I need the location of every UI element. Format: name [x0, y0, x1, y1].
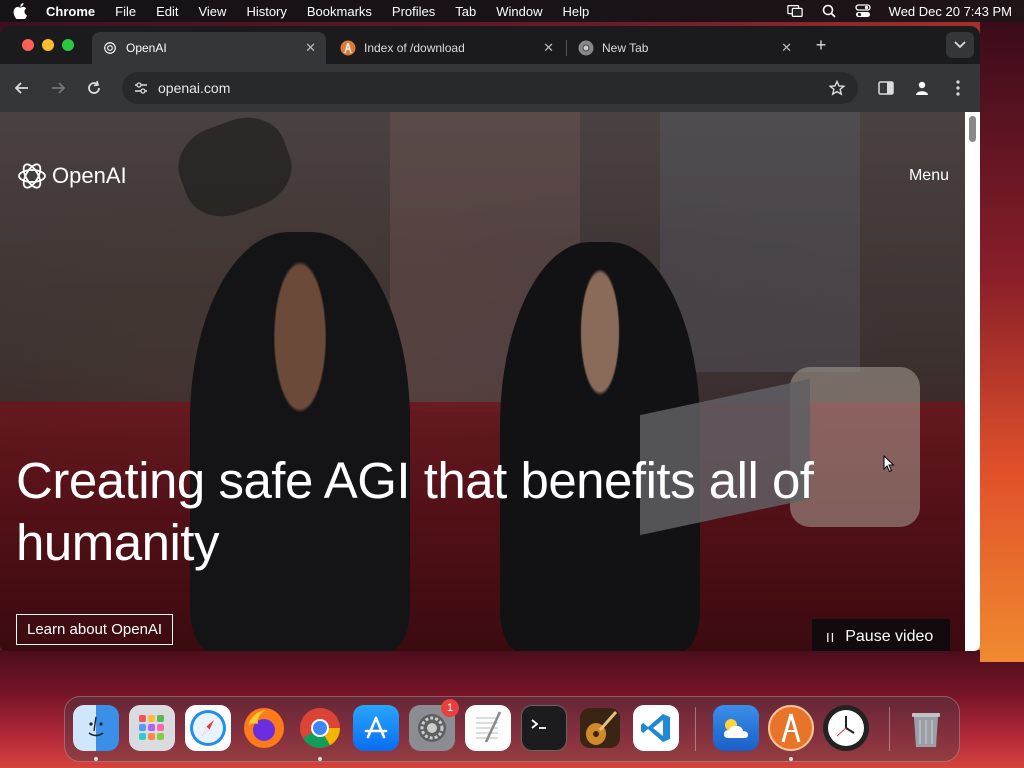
site-settings-icon[interactable] — [130, 77, 152, 99]
app-store-icon[interactable] — [353, 705, 399, 751]
back-arrow-icon[interactable] — [10, 76, 34, 100]
tab-new-tab[interactable]: New Tab ✕ — [568, 32, 802, 64]
running-indicator — [789, 757, 793, 761]
safari-icon[interactable] — [185, 705, 231, 751]
pause-video-button[interactable]: II Pause video — [812, 619, 950, 651]
terminal-icon[interactable] — [521, 705, 567, 751]
screen-mirroring-icon[interactable] — [786, 4, 803, 18]
scrollbar-thumb[interactable] — [969, 116, 976, 142]
side-panel-icon[interactable] — [876, 78, 896, 98]
menu-edit[interactable]: Edit — [156, 4, 178, 19]
minimize-window-button[interactable] — [42, 39, 54, 51]
menu-app-name[interactable]: Chrome — [46, 4, 95, 19]
url-text[interactable]: openai.com — [158, 80, 230, 96]
finder-icon[interactable] — [73, 705, 119, 751]
mouse-pointer-icon — [883, 455, 895, 473]
garageband-icon[interactable] — [577, 705, 623, 751]
pause-video-label: Pause video — [845, 628, 934, 645]
clock-icon[interactable] — [823, 705, 869, 751]
textedit-icon[interactable] — [465, 705, 511, 751]
apple-icon[interactable] — [12, 3, 28, 19]
dock: 1 — [64, 696, 960, 762]
firefox-icon[interactable] — [241, 705, 287, 751]
pause-icon: II — [826, 629, 836, 645]
menu-tab[interactable]: Tab — [455, 4, 476, 19]
openai-logo[interactable]: OpenAI — [16, 160, 127, 192]
tab-openai[interactable]: OpenAI ✕ — [92, 32, 326, 64]
tab-title: New Tab — [602, 41, 649, 55]
new-tab-plus-icon[interactable]: + — [810, 34, 832, 56]
menubar-clock[interactable]: Wed Dec 20 7:43 PM — [889, 4, 1012, 19]
spotlight-search-icon[interactable] — [821, 4, 837, 18]
tab-title: OpenAI — [126, 41, 167, 55]
reload-icon[interactable] — [82, 76, 106, 100]
fullscreen-window-button[interactable] — [62, 39, 74, 51]
profile-avatar-icon[interactable] — [912, 78, 932, 98]
chrome-icon — [578, 40, 594, 56]
hero-video-person — [190, 232, 410, 651]
menu-bar: Chrome File Edit View History Bookmarks … — [0, 0, 1024, 22]
control-center-icon[interactable] — [855, 4, 871, 18]
menu-profiles[interactable]: Profiles — [392, 4, 435, 19]
menu-bookmarks[interactable]: Bookmarks — [307, 4, 372, 19]
launchpad-icon[interactable] — [129, 705, 175, 751]
running-indicator — [318, 757, 322, 761]
web-page-hero: OpenAI Menu Creating safe AGI that benef… — [0, 112, 965, 651]
browser-window: OpenAI ✕ Index of /download ✕ New Tab ✕ … — [0, 26, 980, 651]
page-scrollbar[interactable] — [965, 112, 980, 651]
notification-badge: 1 — [441, 699, 459, 717]
hero-headline-line: humanity — [16, 514, 219, 571]
weather-icon[interactable] — [713, 705, 759, 751]
close-tab-icon[interactable]: ✕ — [543, 40, 554, 56]
file-server-icon — [340, 40, 356, 56]
menu-file[interactable]: File — [115, 4, 136, 19]
tab-index-download[interactable]: Index of /download ✕ — [330, 32, 564, 64]
site-menu-button[interactable]: Menu — [909, 167, 949, 185]
tab-title: Index of /download — [364, 41, 465, 55]
kebab-menu-icon[interactable] — [948, 78, 968, 98]
system-settings-icon[interactable]: 1 — [409, 699, 459, 751]
desktop-wallpaper-edge — [980, 22, 1024, 662]
menu-window[interactable]: Window — [496, 4, 542, 19]
browser-toolbar: openai.com — [0, 64, 980, 112]
bookmark-star-icon[interactable] — [828, 79, 846, 97]
close-tab-icon[interactable]: ✕ — [305, 40, 316, 56]
openai-icon — [102, 40, 118, 56]
address-bar[interactable]: openai.com — [122, 72, 858, 104]
running-indicator — [94, 757, 98, 761]
logo-wordmark: OpenAI — [52, 163, 127, 188]
menu-history[interactable]: History — [246, 4, 286, 19]
instruments-icon[interactable] — [768, 705, 814, 751]
menu-view[interactable]: View — [198, 4, 226, 19]
learn-about-openai-button[interactable]: Learn about OpenAI — [16, 614, 174, 645]
hero-headline-line: Creating safe AGI that benefits all of — [16, 452, 814, 509]
close-tab-icon[interactable]: ✕ — [781, 40, 792, 56]
trash-icon[interactable] — [903, 705, 949, 751]
close-window-button[interactable] — [22, 39, 34, 51]
forward-arrow-icon[interactable] — [46, 76, 70, 100]
tab-search-chevron-icon[interactable] — [946, 32, 974, 58]
hero-video-background — [660, 112, 860, 372]
dock-separator — [695, 707, 696, 751]
tab-strip: OpenAI ✕ Index of /download ✕ New Tab ✕ … — [0, 26, 980, 64]
vscode-icon[interactable] — [633, 705, 679, 751]
dock-separator — [889, 707, 890, 751]
hero-headline: Creating safe AGI that benefits all of h… — [16, 450, 896, 574]
tab-separator — [566, 40, 567, 56]
chrome-icon[interactable] — [297, 705, 343, 751]
openai-logo-icon — [18, 163, 46, 189]
menu-help[interactable]: Help — [563, 4, 590, 19]
hero-video-background — [167, 112, 303, 229]
